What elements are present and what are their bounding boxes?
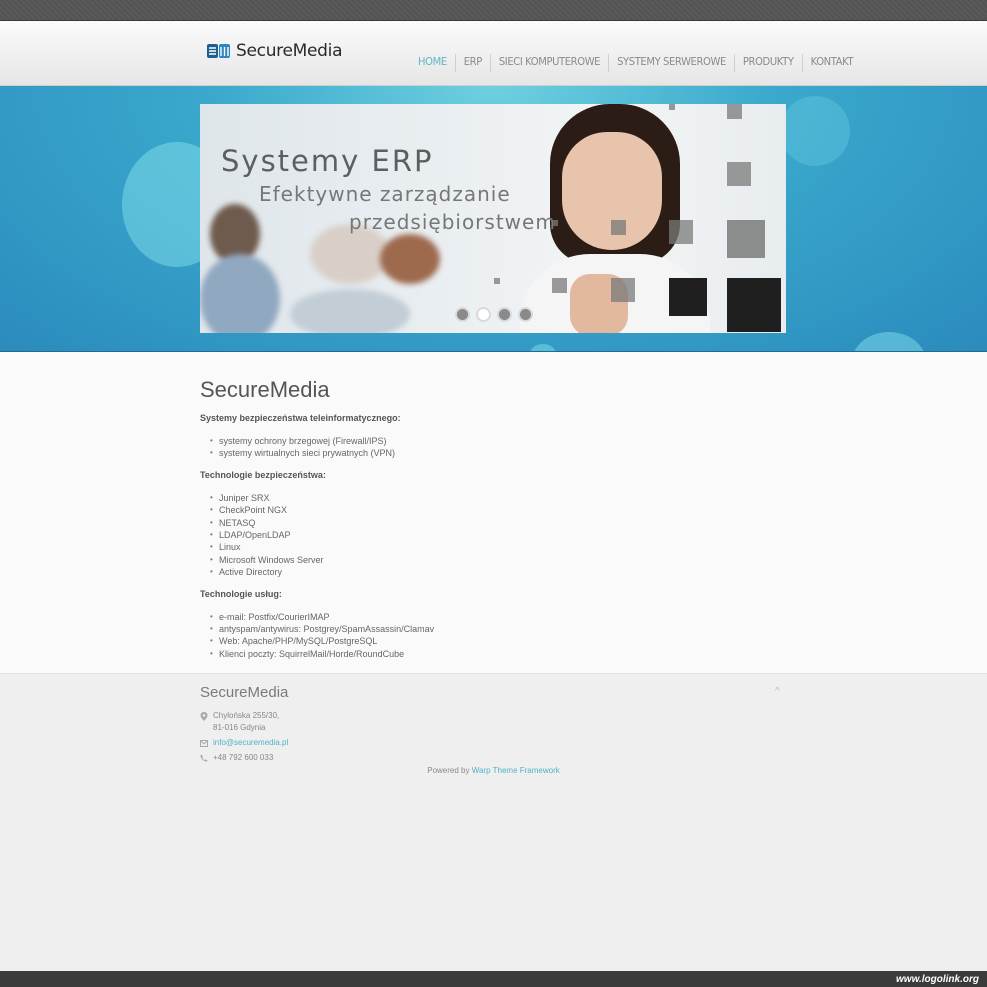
- main-nav: HOME ERP SIECI KOMPUTEROWE SYSTEMY SERWE…: [410, 54, 862, 72]
- list-item: systemy wirtualnych sieci prywatnych (VP…: [210, 447, 780, 460]
- section-title: Technologie bezpieczeństwa:: [200, 469, 326, 480]
- slide-tile: [669, 278, 707, 316]
- nav-item-erp[interactable]: ERP: [454, 54, 490, 72]
- phone-icon: [200, 754, 208, 762]
- slide-tile: [669, 220, 693, 244]
- slider[interactable]: Systemy ERP Efektywne zarządzanie przeds…: [200, 104, 786, 333]
- slide-photo: [290, 289, 410, 333]
- footer-email: info@securemedia.pl: [200, 737, 288, 749]
- section-title: Systemy bezpieczeństwa teleinformatyczne…: [200, 413, 401, 423]
- list-item: LDAP/OpenLDAP: [210, 529, 780, 542]
- section-title: Technologie usług:: [200, 588, 282, 599]
- slider-pagination: [455, 307, 533, 322]
- slide-photo: [200, 254, 280, 333]
- nav-item-systemy-serwerowe[interactable]: SYSTEMY SERWEROWE: [608, 54, 734, 72]
- footer-title: SecureMedia: [200, 684, 289, 701]
- slide-tile: [494, 278, 500, 284]
- list-item: antyspam/antywirus: Postgrey/SpamAssassi…: [210, 623, 780, 636]
- site-footer: SecureMedia ^ Chylońska 255/30, 81-016 G…: [0, 673, 987, 971]
- article: SecureMedia Systemy bezpieczeństwa telei…: [200, 377, 780, 670]
- section-list: e-mail: Postfix/CourierIMAP antyspam/ant…: [200, 611, 780, 661]
- page-title: SecureMedia: [200, 377, 330, 402]
- powered-prefix: Powered by: [427, 766, 470, 775]
- footer-phone: +48 792 600 033: [200, 752, 273, 764]
- list-item: CheckPoint NGX: [210, 504, 780, 517]
- slide-tile: [727, 278, 781, 332]
- powered-by: Powered by Warp Theme Framework: [0, 766, 987, 775]
- decor-bubble: [530, 344, 556, 351]
- map-pin-icon: [200, 712, 208, 721]
- section-list: Juniper SRX CheckPoint NGX NETASQ LDAP/O…: [200, 492, 780, 579]
- slide-subtitle-line1: Efektywne zarządzanie: [259, 182, 511, 206]
- decor-bubble: [852, 332, 926, 351]
- decor-bubble: [780, 96, 850, 166]
- slide-tile: [552, 278, 567, 293]
- address-line1: Chylońska 255/30,: [213, 711, 280, 720]
- slide-tile: [611, 220, 626, 235]
- slide-tile: [611, 278, 635, 302]
- bottom-bar: www.logolink.org: [0, 971, 987, 987]
- site-logo[interactable]: SecureMedia: [207, 41, 343, 61]
- footer-address: Chylońska 255/30, 81-016 Gdynia: [200, 710, 279, 734]
- address-text: Chylońska 255/30, 81-016 Gdynia: [213, 710, 279, 734]
- section-list: systemy ochrony brzegowej (Firewall/IPS)…: [200, 435, 780, 460]
- list-item: Klienci poczty: SquirrelMail/Horde/Round…: [210, 648, 780, 661]
- logo-mark-icon: [207, 43, 231, 59]
- main-content: SecureMedia Systemy bezpieczeństwa telei…: [0, 352, 987, 673]
- watermark-text: www.logolink.org: [896, 974, 979, 985]
- list-item: systemy ochrony brzegowej (Firewall/IPS): [210, 435, 780, 448]
- nav-item-home[interactable]: HOME: [410, 54, 455, 72]
- email-link[interactable]: info@securemedia.pl: [213, 737, 288, 749]
- nav-item-kontakt[interactable]: KONTAKT: [801, 54, 862, 72]
- site-header: SecureMedia HOME ERP SIECI KOMPUTEROWE S…: [0, 21, 987, 86]
- list-item: Web: Apache/PHP/MySQL/PostgreSQL: [210, 635, 780, 648]
- slide-subtitle-line2: przedsiębiorstwem: [349, 210, 556, 234]
- logo-text: SecureMedia: [236, 41, 343, 61]
- slide-tile: [727, 220, 765, 258]
- slide-photo: [380, 234, 440, 284]
- list-item: NETASQ: [210, 517, 780, 530]
- list-item: Juniper SRX: [210, 492, 780, 505]
- nav-item-sieci-komputerowe[interactable]: SIECI KOMPUTEROWE: [489, 54, 608, 72]
- slide-title: Systemy ERP: [221, 144, 434, 178]
- slider-dot[interactable]: [518, 307, 533, 322]
- slider-dot[interactable]: [455, 307, 470, 322]
- top-bar: [0, 0, 987, 21]
- back-to-top-icon[interactable]: ^: [775, 686, 780, 697]
- slider-dot-active[interactable]: [476, 307, 491, 322]
- list-item: Microsoft Windows Server: [210, 554, 780, 567]
- slide-tile: [727, 162, 751, 186]
- list-item: e-mail: Postfix/CourierIMAP: [210, 611, 780, 624]
- envelope-icon: [200, 739, 208, 747]
- phone-text: +48 792 600 033: [213, 753, 274, 762]
- slide-tile: [669, 104, 675, 110]
- address-line2: 81-016 Gdynia: [213, 723, 266, 732]
- list-item: Linux: [210, 541, 780, 554]
- nav-item-produkty[interactable]: PRODUKTY: [733, 54, 802, 72]
- slide-tile: [727, 104, 742, 119]
- list-item: Active Directory: [210, 566, 780, 579]
- slider-dot[interactable]: [497, 307, 512, 322]
- warp-framework-link[interactable]: Warp Theme Framework: [472, 766, 560, 775]
